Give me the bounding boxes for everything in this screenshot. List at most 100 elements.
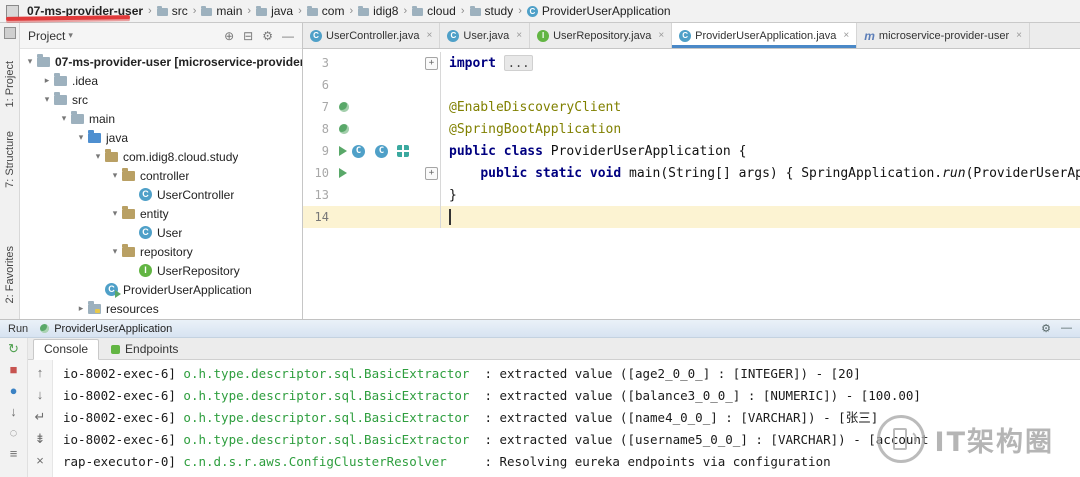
chevron-down-icon[interactable]: ▾ bbox=[58, 113, 70, 124]
chevron-down-icon[interactable]: ▾ bbox=[92, 151, 104, 162]
code-line[interactable]: 13} bbox=[303, 184, 1080, 206]
tree-item[interactable]: ▸resources bbox=[20, 299, 302, 318]
breadcrumb-item[interactable]: com bbox=[305, 4, 347, 18]
dump-icon[interactable]: ↓ bbox=[10, 405, 17, 419]
layout-icon[interactable]: ≡ bbox=[10, 447, 18, 461]
log-logger[interactable]: o.h.type.descriptor.sql.BasicExtractor bbox=[183, 410, 469, 425]
close-icon[interactable]: × bbox=[843, 30, 849, 41]
editor-tab[interactable]: CUser.java× bbox=[440, 23, 530, 48]
up-stack-icon[interactable]: ↑ bbox=[37, 366, 44, 380]
close-icon[interactable]: × bbox=[516, 30, 522, 41]
log-thread: rap-executor-0] bbox=[63, 454, 183, 469]
tree-item[interactable]: ▾entity bbox=[20, 204, 302, 223]
hide-run-panel-icon[interactable]: — bbox=[1061, 322, 1072, 335]
tool-window-favorites[interactable]: 2: Favorites bbox=[4, 246, 16, 303]
code-line[interactable]: 8@SpringBootApplication bbox=[303, 118, 1080, 140]
hide-panel-icon[interactable]: — bbox=[282, 29, 294, 43]
breadcrumb-item[interactable]: src bbox=[155, 4, 190, 18]
tool-windows-icon[interactable] bbox=[4, 27, 16, 39]
code-line[interactable]: 6 bbox=[303, 74, 1080, 96]
settings-icon[interactable]: ⚙ bbox=[262, 29, 273, 43]
chevron-down-icon[interactable]: ▾ bbox=[109, 246, 121, 257]
fold-icon[interactable]: + bbox=[425, 57, 438, 70]
chevron-right-icon[interactable]: ▸ bbox=[75, 303, 87, 314]
soft-wrap-icon[interactable]: ↵ bbox=[35, 410, 46, 424]
chevron-down-icon[interactable]: ▾ bbox=[41, 94, 53, 105]
window-icon[interactable] bbox=[6, 5, 19, 18]
locate-file-icon[interactable]: ⊕ bbox=[224, 29, 234, 43]
down-stack-icon[interactable]: ↓ bbox=[37, 388, 44, 402]
fold-icon[interactable]: + bbox=[425, 167, 438, 180]
close-icon[interactable]: × bbox=[1016, 30, 1022, 41]
code-token: ... bbox=[504, 55, 534, 71]
left-tool-strip: 1: Project 7: Structure 2: Favorites bbox=[0, 23, 20, 319]
tree-item[interactable]: ▾java bbox=[20, 128, 302, 147]
code-line[interactable]: 9CCpublic class ProviderUserApplication … bbox=[303, 140, 1080, 162]
breadcrumb-item[interactable]: study bbox=[468, 4, 516, 18]
scroll-end-icon[interactable]: ⇟ bbox=[35, 432, 46, 446]
tree-item[interactable]: ▾main bbox=[20, 109, 302, 128]
run-settings-icon[interactable]: ⚙ bbox=[1041, 322, 1051, 335]
log-logger[interactable]: c.n.d.s.r.aws.ConfigClusterResolver bbox=[183, 454, 446, 469]
tool-window-structure[interactable]: 7: Structure bbox=[4, 131, 16, 188]
collapse-all-icon[interactable]: ⊟ bbox=[243, 29, 253, 43]
spring-bean-icon[interactable] bbox=[339, 102, 349, 112]
breadcrumb-item[interactable]: java bbox=[254, 4, 295, 18]
tool-window-project[interactable]: 1: Project bbox=[4, 61, 16, 107]
tree-item[interactable]: CProviderUserApplication bbox=[20, 280, 302, 299]
rerun-icon[interactable]: ↻ bbox=[8, 342, 19, 356]
resume-icon[interactable]: ● bbox=[10, 384, 18, 398]
code-line[interactable]: 7@EnableDiscoveryClient bbox=[303, 96, 1080, 118]
tree-item[interactable]: CUserController bbox=[20, 185, 302, 204]
chevron-down-icon[interactable]: ▾ bbox=[24, 56, 36, 67]
tree-item[interactable]: CUser bbox=[20, 223, 302, 242]
editor-tab[interactable]: CProviderUserApplication.java× bbox=[672, 23, 857, 48]
class-icon[interactable]: C bbox=[375, 145, 388, 158]
log-message: : extracted value ([name4_0_0_] : [VARCH… bbox=[469, 410, 878, 425]
code-line[interactable]: 14 bbox=[303, 206, 1080, 228]
tree-item[interactable]: ▾controller bbox=[20, 166, 302, 185]
code-editor[interactable]: 3+import ...67@EnableDiscoveryClient8@Sp… bbox=[303, 49, 1080, 319]
breadcrumb-item[interactable]: cloud bbox=[410, 4, 458, 18]
tree-item[interactable]: ▾07-ms-provider-user [microservice-provi… bbox=[20, 52, 302, 71]
code-text: public static void main(String[] args) {… bbox=[440, 162, 1080, 184]
editor-tab[interactable]: CUserController.java× bbox=[303, 23, 440, 48]
run-config-tab[interactable]: ProviderUserApplication bbox=[40, 323, 172, 335]
grid-icon[interactable] bbox=[397, 145, 409, 157]
stop-icon[interactable]: ■ bbox=[10, 363, 18, 377]
chevron-down-icon[interactable]: ▾ bbox=[109, 170, 121, 181]
console-output[interactable]: io-8002-exec-6] o.h.type.descriptor.sql.… bbox=[53, 360, 1080, 477]
editor-tab[interactable]: IUserRepository.java× bbox=[530, 23, 672, 48]
tab-endpoints[interactable]: Endpoints bbox=[101, 340, 188, 359]
chevron-down-icon[interactable]: ▾ bbox=[109, 208, 121, 219]
editor-tab[interactable]: mmicroservice-provider-user× bbox=[857, 23, 1030, 48]
run-gutter-icon[interactable] bbox=[339, 168, 347, 178]
class-icon[interactable]: C bbox=[352, 145, 365, 158]
breadcrumb-item[interactable]: idig8 bbox=[356, 4, 400, 18]
code-line[interactable]: 3+import ... bbox=[303, 52, 1080, 74]
close-icon[interactable]: × bbox=[427, 30, 433, 41]
run-gutter-icon[interactable] bbox=[339, 146, 347, 156]
breadcrumb-separator: › bbox=[298, 5, 302, 17]
code-token bbox=[449, 166, 480, 181]
log-logger[interactable]: o.h.type.descriptor.sql.BasicExtractor bbox=[183, 432, 469, 447]
close-icon[interactable]: × bbox=[658, 30, 664, 41]
breadcrumb-item[interactable]: CProviderUserApplication bbox=[525, 4, 673, 18]
tree-item[interactable]: ▾com.idig8.cloud.study bbox=[20, 147, 302, 166]
spring-bean-icon[interactable] bbox=[339, 124, 349, 134]
code-line[interactable]: 10+ public static void main(String[] arg… bbox=[303, 162, 1080, 184]
tree-item[interactable]: IUserRepository bbox=[20, 261, 302, 280]
tree-item[interactable]: ▾repository bbox=[20, 242, 302, 261]
tree-item[interactable]: ▸.idea bbox=[20, 71, 302, 90]
project-view-selector[interactable]: Project ▾ bbox=[28, 29, 73, 43]
chevron-down-icon[interactable]: ▾ bbox=[75, 132, 87, 143]
mute-icon[interactable]: ◌ bbox=[10, 426, 18, 440]
chevron-right-icon[interactable]: ▸ bbox=[41, 75, 53, 86]
clear-icon[interactable]: × bbox=[36, 454, 44, 468]
run-panel-title: Run bbox=[8, 323, 28, 335]
breadcrumb-item[interactable]: main bbox=[199, 4, 244, 18]
tree-item[interactable]: ▾src bbox=[20, 90, 302, 109]
tab-console[interactable]: Console bbox=[33, 339, 99, 360]
log-logger[interactable]: o.h.type.descriptor.sql.BasicExtractor bbox=[183, 366, 469, 381]
log-logger[interactable]: o.h.type.descriptor.sql.BasicExtractor bbox=[183, 388, 469, 403]
